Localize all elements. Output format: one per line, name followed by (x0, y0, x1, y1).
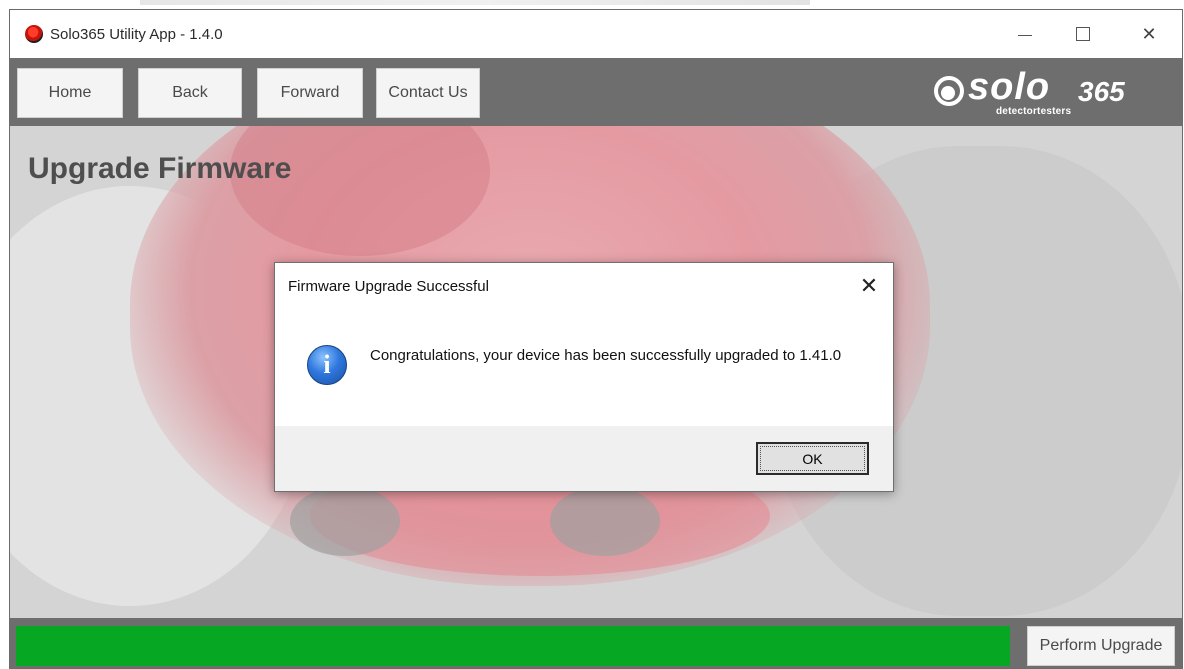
logo-number: 365 (1078, 76, 1125, 107)
upgrade-progress-bar (16, 626, 1010, 666)
background-shape (550, 486, 660, 556)
solo365-logo: solo 365 detectortesters (928, 62, 1178, 122)
logo-ring-icon (934, 76, 964, 106)
dialog-close-button[interactable]: ✕ (855, 273, 883, 299)
app-logo-icon (25, 25, 43, 43)
logo-word: solo (968, 66, 1051, 108)
progress-fill (16, 626, 1010, 666)
background-ghost-text (140, 0, 810, 5)
home-button[interactable]: Home (17, 68, 123, 118)
outer-top-strip (0, 0, 1184, 9)
upgrade-success-dialog: Firmware Upgrade Successful ✕ i Congratu… (274, 262, 894, 492)
back-button[interactable]: Back (138, 68, 242, 118)
title-bar: Solo365 Utility App - 1.4.0 ✕ (10, 10, 1182, 58)
close-window-button[interactable]: ✕ (1126, 18, 1172, 50)
logo-tagline: detectortesters (996, 106, 1072, 117)
maximize-icon (1076, 27, 1090, 41)
dialog-footer: OK (275, 426, 893, 491)
minimize-icon (1018, 34, 1032, 36)
bottom-bar: Perform Upgrade (10, 618, 1182, 668)
close-icon: ✕ (859, 273, 879, 298)
perform-upgrade-button[interactable]: Perform Upgrade (1027, 626, 1175, 666)
forward-button[interactable]: Forward (257, 68, 363, 118)
dialog-message: Congratulations, your device has been su… (370, 347, 842, 364)
dialog-title: Firmware Upgrade Successful (288, 278, 489, 295)
window-title: Solo365 Utility App - 1.4.0 (50, 26, 223, 43)
close-icon: ✕ (1141, 23, 1157, 44)
maximize-button[interactable] (1060, 18, 1106, 50)
background-shape (290, 486, 400, 556)
toolbar: Home Back Forward Contact Us solo 365 de… (10, 58, 1182, 126)
page-title: Upgrade Firmware (28, 152, 292, 185)
minimize-button[interactable] (1002, 18, 1048, 50)
contact-us-button[interactable]: Contact Us (376, 68, 480, 118)
info-icon: i (307, 345, 347, 385)
ok-button[interactable]: OK (756, 442, 869, 475)
